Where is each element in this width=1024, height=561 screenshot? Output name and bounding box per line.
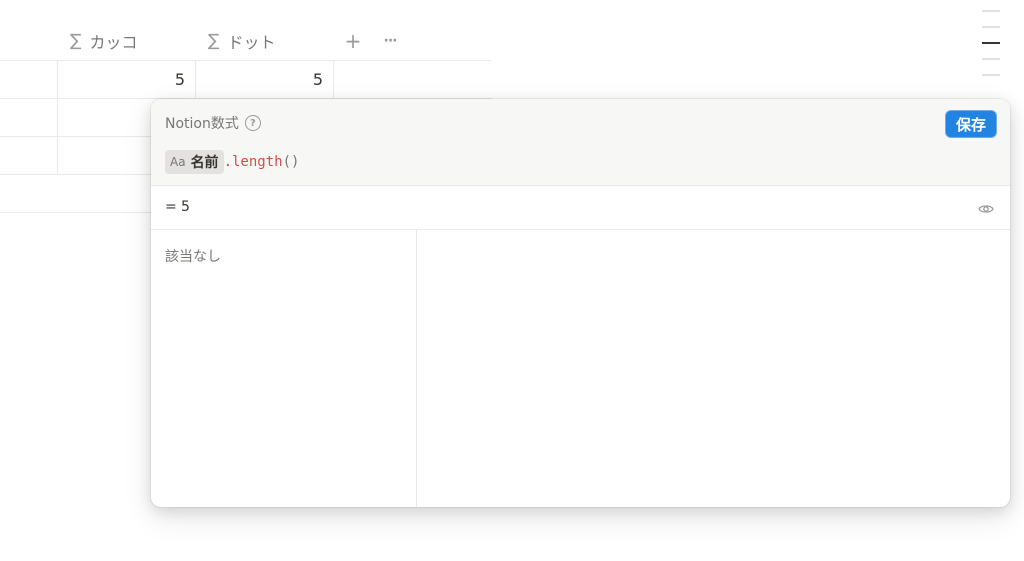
formula-dot: . bbox=[223, 154, 232, 170]
column-label: カッコ bbox=[89, 33, 138, 52]
help-icon[interactable]: ? bbox=[244, 115, 261, 131]
equals-sign: = bbox=[165, 199, 177, 215]
eye-icon[interactable] bbox=[978, 200, 994, 219]
column-header-kakko[interactable]: ∑ カッコ bbox=[70, 22, 137, 60]
outline-marker[interactable] bbox=[982, 74, 1000, 76]
formula-result-value: 5 bbox=[181, 199, 190, 215]
sigma-icon: ∑ bbox=[70, 31, 82, 51]
outline-marker[interactable] bbox=[982, 10, 1000, 12]
sigma-icon: ∑ bbox=[208, 31, 220, 51]
property-name: 名前 bbox=[190, 155, 219, 171]
grid-line bbox=[0, 212, 152, 213]
suggestions-list: 該当なし bbox=[151, 230, 417, 507]
outline-marker-active[interactable] bbox=[982, 42, 1000, 44]
formula-editor-header: Notion数式 ? 保存 Aa 名前 . length () bbox=[151, 99, 1010, 186]
formula-editor-popup: Notion数式 ? 保存 Aa 名前 . length () = 5 該当なし bbox=[151, 99, 1010, 507]
no-match-text: 該当なし bbox=[165, 249, 221, 265]
formula-input[interactable]: Aa 名前 . length () bbox=[165, 150, 299, 174]
grid-line bbox=[333, 61, 334, 99]
documentation-panel bbox=[417, 230, 1010, 507]
formula-function-name: length bbox=[232, 154, 283, 170]
outline-marker[interactable] bbox=[982, 26, 1000, 28]
formula-result-row: = 5 bbox=[151, 186, 1010, 230]
column-header-dot[interactable]: ∑ ドット bbox=[208, 22, 275, 60]
column-label: ドット bbox=[227, 33, 276, 52]
table-cell-dot[interactable]: 5 bbox=[196, 61, 333, 98]
formula-parens: () bbox=[282, 154, 300, 170]
text-property-icon: Aa bbox=[170, 155, 186, 169]
add-column-button[interactable]: + bbox=[342, 22, 364, 60]
grid-line bbox=[0, 136, 152, 137]
grid-line bbox=[0, 174, 152, 175]
formula-editor-title: Notion数式 ? bbox=[165, 113, 261, 133]
table-header: ∑ カッコ ∑ ドット + ··· bbox=[0, 22, 492, 60]
property-token[interactable]: Aa 名前 bbox=[165, 150, 224, 174]
more-options-button[interactable]: ··· bbox=[378, 22, 402, 60]
outline-marker[interactable] bbox=[982, 58, 1000, 60]
page-outline-markers[interactable] bbox=[982, 10, 1002, 90]
save-button[interactable]: 保存 bbox=[945, 110, 997, 138]
table-cell-kakko[interactable]: 5 bbox=[58, 61, 195, 98]
formula-editor-title-text: Notion数式 bbox=[165, 116, 239, 132]
